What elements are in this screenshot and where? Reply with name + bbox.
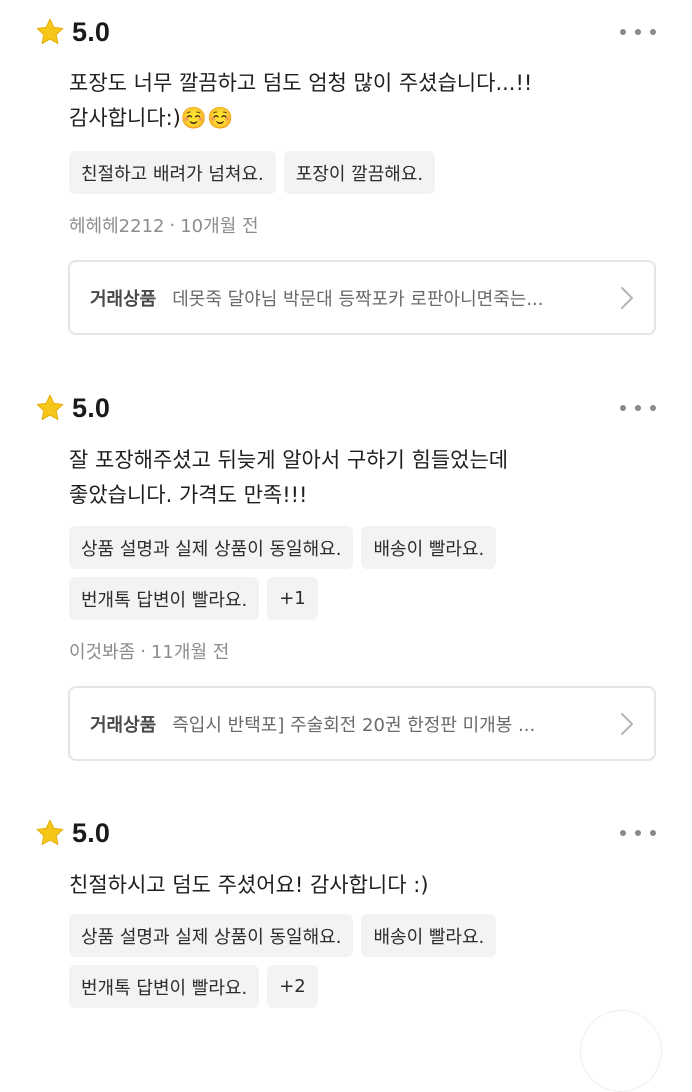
- rating-row: 5.0: [34, 14, 110, 50]
- more-options-icon[interactable]: [620, 402, 656, 414]
- review-tag-more[interactable]: +1: [267, 577, 318, 620]
- review-tags: 친절하고 배려가 넘쳐요. 포장이 깔끔해요.: [69, 151, 669, 194]
- more-options-icon[interactable]: [620, 827, 656, 839]
- floating-button[interactable]: [580, 1010, 662, 1092]
- traded-product-link[interactable]: 거래상품 즉입시 반택포] 주술회전 20권 한정판 미개봉 ...: [68, 686, 656, 761]
- meta-separator: ·: [169, 214, 176, 236]
- chevron-right-icon: [621, 713, 633, 735]
- review-tag: 상품 설명과 실제 상품이 동일해요.: [69, 526, 354, 569]
- reviewer-name[interactable]: 이것봐좀: [69, 638, 135, 664]
- rating-value: 5.0: [72, 16, 111, 47]
- rating-row: 5.0: [34, 390, 110, 426]
- meta-separator: ·: [140, 640, 146, 662]
- product-label: 거래상품: [90, 714, 157, 736]
- product-label: 거래상품: [90, 288, 157, 310]
- review-text: 친절하시고 덤도 주셨어요! 감사합니다 :): [69, 873, 429, 897]
- review-tag: 번개톡 답변이 빨라요.: [69, 577, 260, 620]
- reviewer-name[interactable]: 헤헤헤2212: [69, 212, 165, 238]
- rating-value: 5.0: [72, 392, 111, 423]
- traded-product-link[interactable]: 거래상품 데못죽 달야님 박문대 등짝포카 로판아니면죽는...: [68, 260, 656, 335]
- review-tag: 상품 설명과 실제 상품이 동일해요.: [69, 914, 354, 957]
- product-name: 데못죽 달야님 박문대 등짝포카 로판아니면죽는...: [172, 288, 544, 310]
- review-text: 포장도 너무 깔끔하고 덤도 엄청 많이 주셨습니다...!! 감사합니다:)☺…: [69, 71, 533, 130]
- star-icon: [36, 819, 64, 845]
- star-icon: [36, 394, 64, 420]
- review-tag: 포장이 깔끔해요.: [283, 151, 436, 194]
- review-time: 11개월 전: [150, 642, 230, 663]
- review-tag: 번개톡 답변이 빨라요.: [69, 965, 260, 1008]
- review-tag-more[interactable]: +2: [267, 965, 318, 1008]
- review-meta: 이것봐좀 · 11개월 전: [69, 638, 229, 664]
- review-tags: 상품 설명과 실제 상품이 동일해요. 배송이 빨라요. 번개톡 답변이 빨라요…: [69, 914, 669, 1008]
- review-meta: 헤헤헤2212 · 10개월 전: [69, 212, 259, 238]
- chevron-right-icon: [621, 287, 633, 309]
- review-time: 10개월 전: [180, 216, 259, 237]
- review-text: 잘 포장해주셨고 뒤늦게 알아서 구하기 힘들었는데 좋았습니다. 가격도 만족…: [69, 448, 509, 507]
- review-tag: 배송이 빨라요.: [361, 914, 497, 957]
- more-options-icon[interactable]: [620, 26, 656, 38]
- product-name: 즉입시 반택포] 주술회전 20권 한정판 미개봉 ...: [172, 714, 536, 736]
- review-tag: 배송이 빨라요.: [361, 526, 497, 569]
- star-icon: [36, 18, 64, 44]
- review-tag: 친절하고 배려가 넘쳐요.: [69, 151, 276, 194]
- review-tags: 상품 설명과 실제 상품이 동일해요. 배송이 빨라요. 번개톡 답변이 빨라요…: [69, 526, 669, 620]
- rating-value: 5.0: [72, 817, 111, 848]
- rating-row: 5.0: [34, 815, 110, 851]
